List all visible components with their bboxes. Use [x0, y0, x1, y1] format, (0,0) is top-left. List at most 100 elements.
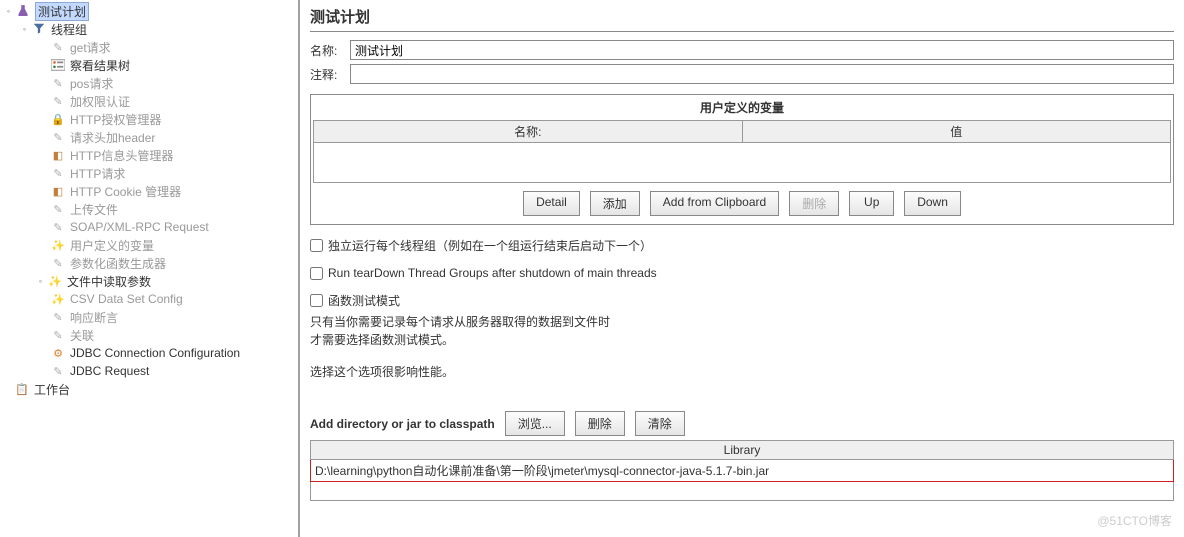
pencil-icon: ✎ — [50, 165, 66, 181]
info-line1: 只有当你需要记录每个请求从服务器取得的数据到文件时 — [310, 313, 1174, 331]
info-line3: 选择这个选项很影响性能。 — [310, 363, 1174, 381]
classpath-delete-button[interactable]: 删除 — [575, 411, 625, 436]
tree-node-item[interactable]: ✎ JDBC Request — [0, 362, 298, 380]
tree-node-item[interactable]: ◦✨文件中读取参数 — [0, 272, 298, 290]
delete-button[interactable]: 删除 — [789, 191, 839, 216]
flask-icon — [15, 3, 31, 19]
tree-item-label[interactable]: 关联 — [70, 327, 94, 344]
tree-node-item[interactable]: ✎HTTP请求 — [0, 164, 298, 182]
tree-item-label[interactable]: CSV Data Set Config — [70, 292, 183, 306]
pencil-icon: ✎ — [50, 255, 66, 271]
clear-button[interactable]: 清除 — [635, 411, 685, 436]
tree-node-item[interactable]: ✨用户定义的变量 — [0, 236, 298, 254]
lib-path-cell[interactable]: D:\learning\python自动化课前准备\第一阶段\jmeter\my… — [311, 460, 1174, 482]
name-input[interactable] — [350, 40, 1174, 60]
jdbc-icon: ⚙ — [50, 345, 66, 361]
info-line2: 才需要选择函数测试模式。 — [310, 331, 1174, 349]
tree-node-item[interactable]: ◧HTTP Cookie 管理器 — [0, 182, 298, 200]
vars-table: 名称: 值 — [313, 120, 1171, 143]
tree-item-label[interactable]: get请求 — [70, 39, 111, 56]
comment-input[interactable] — [350, 64, 1174, 84]
watermark: @51CTO博客 — [1097, 512, 1172, 529]
tree-node-item[interactable]: ✎关联 — [0, 326, 298, 344]
tree-item-label[interactable]: HTTP请求 — [70, 165, 125, 182]
pencil-icon: ✎ — [50, 75, 66, 91]
tree-node-item[interactable]: ✎上传文件 — [0, 200, 298, 218]
wand-icon: ✨ — [50, 291, 66, 307]
tree-item-label[interactable]: 文件中读取参数 — [67, 273, 151, 290]
browse-button[interactable]: 浏览... — [505, 411, 565, 436]
classpath-row: Add directory or jar to classpath 浏览... … — [310, 411, 1174, 436]
tree-node-item[interactable]: ⚙ JDBC Connection Configuration — [0, 344, 298, 362]
tree-item-label[interactable]: JDBC Connection Configuration — [70, 346, 240, 360]
tree-item-label[interactable]: HTTP授权管理器 — [70, 111, 161, 128]
tree-item-label[interactable]: 上传文件 — [70, 201, 118, 218]
tree-node-item[interactable]: ✎请求头加header — [0, 128, 298, 146]
vars-col-value[interactable]: 值 — [742, 121, 1171, 143]
tree-node-item[interactable]: ✎ SOAP/XML-RPC Request — [0, 218, 298, 236]
teardown-label: Run tearDown Thread Groups after shutdow… — [328, 266, 657, 280]
header-icon: ◧ — [50, 147, 66, 163]
tree-panel: ◦ 测试计划 ◦ 线程组 ✎get请求 察看结果树 ✎pos请求 ✎加权限认证 … — [0, 0, 300, 537]
funnel-icon — [31, 21, 47, 37]
add-button[interactable]: 添加 — [590, 191, 640, 216]
tree-node-item[interactable]: ✨ CSV Data Set Config — [0, 290, 298, 308]
detail-button[interactable]: Detail — [523, 191, 580, 216]
tree-item-label[interactable]: 用户定义的变量 — [70, 237, 154, 254]
tree-node-threadgroup[interactable]: ◦ 线程组 — [0, 20, 298, 38]
tree-node-workbench[interactable]: 📋 工作台 — [0, 380, 298, 398]
tree-item-label[interactable]: JDBC Request — [70, 364, 149, 378]
tree-node-item[interactable]: 🔒HTTP授权管理器 — [0, 110, 298, 128]
pencil-icon: ✎ — [50, 309, 66, 325]
tree-node-item[interactable]: ✎get请求 — [0, 38, 298, 56]
vars-button-row: Detail 添加 Add from Clipboard 删除 Up Down — [311, 191, 1173, 216]
tree-threadgroup-label[interactable]: 线程组 — [51, 21, 87, 38]
pencil-icon: ✎ — [50, 363, 66, 379]
tree-item-label[interactable]: SOAP/XML-RPC Request — [70, 220, 209, 234]
tree-node-item[interactable]: 察看结果树 — [0, 56, 298, 74]
serialize-checkbox-row: 独立运行每个线程组（例如在一个组运行结束后启动下一个） — [310, 237, 1174, 254]
up-button[interactable]: Up — [849, 191, 894, 216]
down-button[interactable]: Down — [904, 191, 961, 216]
tree-item-label[interactable]: pos请求 — [70, 75, 113, 92]
serialize-checkbox[interactable] — [310, 239, 323, 252]
comment-label: 注释: — [310, 66, 350, 83]
pencil-icon: ✎ — [50, 219, 66, 235]
name-label: 名称: — [310, 42, 350, 59]
tree-toggle-icon[interactable]: ◦ — [4, 7, 13, 16]
tree-root-label[interactable]: 测试计划 — [35, 2, 89, 21]
tree-item-label[interactable]: 察看结果树 — [70, 57, 130, 74]
tree-node-item[interactable]: ✎加权限认证 — [0, 92, 298, 110]
teardown-checkbox[interactable] — [310, 267, 323, 280]
tree-node-item[interactable]: ✎响应断言 — [0, 308, 298, 326]
tree-node-item[interactable]: ◧HTTP信息头管理器 — [0, 146, 298, 164]
tree-item-label[interactable]: 请求头加header — [70, 129, 155, 146]
tree-item-label[interactable]: 响应断言 — [70, 309, 118, 326]
tree-item-label[interactable]: HTTP信息头管理器 — [70, 147, 173, 164]
add-clipboard-button[interactable]: Add from Clipboard — [650, 191, 779, 216]
tree-toggle-icon[interactable]: ◦ — [36, 277, 45, 286]
tree-workbench-label[interactable]: 工作台 — [34, 381, 70, 398]
classpath-label: Add directory or jar to classpath — [310, 417, 495, 431]
tree-node-item[interactable]: ✎参数化函数生成器 — [0, 254, 298, 272]
teardown-checkbox-row: Run tearDown Thread Groups after shutdow… — [310, 266, 1174, 280]
tree-item-label[interactable]: HTTP Cookie 管理器 — [70, 183, 181, 200]
vars-table-body[interactable] — [313, 143, 1171, 183]
vars-col-name[interactable]: 名称: — [314, 121, 743, 143]
lib-header[interactable]: Library — [311, 441, 1174, 460]
tree-item-label[interactable]: 加权限认证 — [70, 93, 130, 110]
functional-checkbox[interactable] — [310, 294, 323, 307]
user-vars-section: 用户定义的变量 名称: 值 Detail 添加 Add from Clipboa… — [310, 94, 1174, 225]
tree-item-label[interactable]: 参数化函数生成器 — [70, 255, 166, 272]
pencil-icon: ✎ — [50, 327, 66, 343]
pencil-icon: ✎ — [50, 129, 66, 145]
panel-title: 测试计划 — [310, 6, 1174, 32]
tree-toggle-icon[interactable]: ◦ — [20, 25, 29, 34]
lib-table: Library D:\learning\python自动化课前准备\第一阶段\j… — [310, 440, 1174, 501]
tree-node-root[interactable]: ◦ 测试计划 — [0, 2, 298, 20]
cookie-icon: ◧ — [50, 183, 66, 199]
wand-icon: ✨ — [47, 273, 63, 289]
tree-node-item[interactable]: ✎pos请求 — [0, 74, 298, 92]
lib-empty-cell[interactable] — [311, 482, 1174, 501]
clipboard-icon: 📋 — [14, 381, 30, 397]
